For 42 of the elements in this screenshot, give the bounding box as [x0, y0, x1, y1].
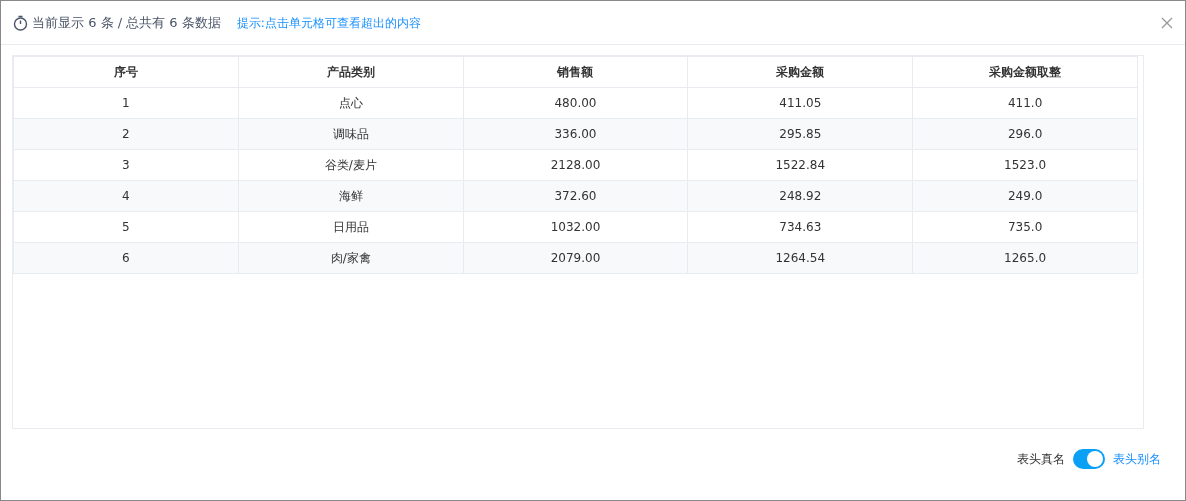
timer-icon: [13, 14, 28, 31]
table-cell[interactable]: 点心: [238, 87, 464, 119]
switch-label: 表头真名: [1017, 451, 1065, 468]
table-cell[interactable]: 2: [13, 118, 239, 150]
table-cell[interactable]: 295.85: [687, 118, 913, 150]
table-cell[interactable]: 2079.00: [463, 242, 688, 274]
table-cell[interactable]: 336.00: [463, 118, 688, 150]
table-cell[interactable]: 肉/家禽: [238, 242, 464, 274]
table-cell[interactable]: 2128.00: [463, 149, 688, 181]
table-cell[interactable]: 1523.0: [912, 149, 1138, 181]
switch-label: 表头别名: [1113, 451, 1161, 468]
table-cell[interactable]: 372.60: [463, 180, 688, 212]
dialog-title: 当前显示 6 条 / 总共有 6 条数据: [32, 13, 221, 32]
table-cell[interactable]: 1264.54: [687, 242, 913, 274]
table-cell[interactable]: 谷类/麦片: [238, 149, 464, 181]
column-header: 销售额: [463, 56, 688, 88]
table-cell[interactable]: 296.0: [912, 118, 1138, 150]
table-cell[interactable]: 6: [13, 242, 239, 274]
table-cell[interactable]: 海鲜: [238, 180, 464, 212]
toggle-switch[interactable]: [1073, 449, 1105, 469]
table-cell[interactable]: 5: [13, 211, 239, 243]
table-cell[interactable]: 日用品: [238, 211, 464, 243]
column-header: 产品类别: [238, 56, 464, 88]
table-cell[interactable]: 249.0: [912, 180, 1138, 212]
table-cell[interactable]: 734.63: [687, 211, 913, 243]
table-cell[interactable]: 735.0: [912, 211, 1138, 243]
table-cell[interactable]: 4: [13, 180, 239, 212]
table-cell[interactable]: 480.00: [463, 87, 688, 119]
table-cell[interactable]: 调味品: [238, 118, 464, 150]
table-cell[interactable]: 411.0: [912, 87, 1138, 119]
close-icon[interactable]: [1161, 16, 1173, 29]
table-cell[interactable]: 1: [13, 87, 239, 119]
table-cell[interactable]: 1265.0: [912, 242, 1138, 274]
table-cell[interactable]: 1032.00: [463, 211, 688, 243]
column-header: 采购金额取整: [912, 56, 1138, 88]
table-cell[interactable]: 1522.84: [687, 149, 913, 181]
table-cell[interactable]: 248.92: [687, 180, 913, 212]
table-cell[interactable]: 3: [13, 149, 239, 181]
column-header: 采购金额: [687, 56, 913, 88]
table-cell[interactable]: 411.05: [687, 87, 913, 119]
column-header: 序号: [13, 56, 239, 88]
hint-text: 提示:点击单元格可查看超出的内容: [236, 14, 421, 32]
